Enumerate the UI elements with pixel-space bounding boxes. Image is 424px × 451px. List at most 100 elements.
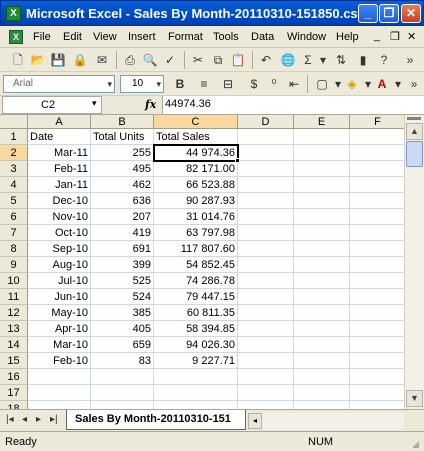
cell-empty[interactable] bbox=[238, 273, 294, 289]
cell-a[interactable]: Feb-10 bbox=[28, 353, 91, 369]
cell-b[interactable]: 636 bbox=[91, 193, 154, 209]
cell-a[interactable]: Sep-10 bbox=[28, 241, 91, 257]
cell-b[interactable]: 385 bbox=[91, 305, 154, 321]
cell-empty[interactable] bbox=[294, 177, 350, 193]
currency-icon[interactable]: $ bbox=[246, 76, 262, 92]
cell-empty[interactable] bbox=[294, 289, 350, 305]
save-icon[interactable]: 💾 bbox=[50, 52, 66, 68]
formula-input[interactable]: 44974.36 bbox=[162, 96, 424, 114]
cell-empty[interactable] bbox=[350, 225, 404, 241]
cell-b[interactable]: 255 bbox=[91, 145, 154, 161]
cell-empty[interactable] bbox=[294, 241, 350, 257]
cell-empty[interactable] bbox=[238, 145, 294, 161]
menu-window[interactable]: Window bbox=[287, 31, 326, 43]
row-header[interactable]: 14 bbox=[0, 337, 28, 353]
cell-empty[interactable] bbox=[350, 209, 404, 225]
copy-icon[interactable]: ⧉ bbox=[210, 52, 226, 68]
row-header[interactable]: 10 bbox=[0, 273, 28, 289]
cell-a[interactable]: Jun-10 bbox=[28, 289, 91, 305]
cell-empty[interactable] bbox=[350, 305, 404, 321]
open-icon[interactable]: 📂 bbox=[30, 52, 46, 68]
cell-empty[interactable] bbox=[238, 305, 294, 321]
next-sheet-icon[interactable]: ▸ bbox=[36, 414, 41, 425]
cell-b[interactable]: 419 bbox=[91, 225, 154, 241]
cell-empty[interactable] bbox=[238, 289, 294, 305]
horizontal-scrollbar[interactable] bbox=[262, 413, 404, 429]
cell-b[interactable]: 462 bbox=[91, 177, 154, 193]
close-button[interactable]: ✕ bbox=[401, 4, 421, 23]
cell-empty[interactable] bbox=[294, 193, 350, 209]
prev-sheet-icon[interactable]: ◂ bbox=[22, 414, 27, 425]
toolbar-options-icon[interactable]: » bbox=[406, 76, 422, 92]
scroll-up-icon[interactable]: ▲ bbox=[406, 123, 423, 140]
row-header[interactable]: 4 bbox=[0, 177, 28, 193]
cell-c[interactable] bbox=[154, 385, 238, 401]
row-header[interactable]: 13 bbox=[0, 321, 28, 337]
column-header-d[interactable]: D bbox=[238, 115, 294, 129]
menu-view[interactable]: View bbox=[93, 31, 117, 43]
column-header-f[interactable]: F bbox=[350, 115, 404, 129]
row-header[interactable]: 12 bbox=[0, 305, 28, 321]
resize-grip-icon[interactable]: ◢ bbox=[412, 439, 422, 449]
name-box[interactable]: C2 bbox=[2, 96, 102, 114]
insert-function-icon[interactable]: fx bbox=[145, 98, 156, 111]
cell-empty[interactable] bbox=[294, 353, 350, 369]
cell-c[interactable]: 90 287.93 bbox=[154, 193, 238, 209]
chevron-down-icon[interactable]: ▾ bbox=[156, 76, 161, 92]
cell-a[interactable] bbox=[28, 385, 91, 401]
cell-empty[interactable] bbox=[238, 161, 294, 177]
cell-empty[interactable] bbox=[238, 225, 294, 241]
cell-c[interactable]: 94 026.30 bbox=[154, 337, 238, 353]
cell-b[interactable] bbox=[91, 385, 154, 401]
fill-handle[interactable] bbox=[235, 158, 240, 163]
bold-icon[interactable]: B bbox=[172, 76, 188, 92]
row-header[interactable]: 6 bbox=[0, 209, 28, 225]
cut-icon[interactable]: ✂ bbox=[190, 52, 206, 68]
cell-empty[interactable] bbox=[350, 177, 404, 193]
split-box[interactable] bbox=[407, 117, 421, 120]
cell-b[interactable]: 495 bbox=[91, 161, 154, 177]
row-header[interactable]: 7 bbox=[0, 225, 28, 241]
row-header[interactable]: 8 bbox=[0, 241, 28, 257]
cell-a[interactable]: Dec-10 bbox=[28, 193, 91, 209]
cell-c[interactable]: 60 811.35 bbox=[154, 305, 238, 321]
email-icon[interactable]: ✉ bbox=[94, 52, 110, 68]
cell-empty[interactable] bbox=[238, 321, 294, 337]
chevron-down-icon[interactable]: ▾ bbox=[107, 76, 112, 92]
row-header[interactable]: 18 bbox=[0, 401, 28, 409]
menu-help[interactable]: Help bbox=[336, 31, 359, 43]
column-header-b[interactable]: B bbox=[91, 115, 154, 129]
cell-a[interactable]: Jul-10 bbox=[28, 273, 91, 289]
menu-data[interactable]: Data bbox=[251, 31, 274, 43]
row-header[interactable]: 16 bbox=[0, 369, 28, 385]
toolbar-options-icon[interactable]: » bbox=[402, 52, 418, 68]
vertical-scrollbar[interactable]: ▲ ▼ bbox=[404, 115, 424, 409]
cell-b[interactable]: 524 bbox=[91, 289, 154, 305]
menu-tools[interactable]: Tools bbox=[213, 31, 239, 43]
column-header-e[interactable]: E bbox=[294, 115, 350, 129]
scroll-thumb[interactable] bbox=[406, 141, 423, 167]
font-name-select[interactable]: Arial ▾ bbox=[3, 75, 115, 93]
cell-empty[interactable] bbox=[350, 289, 404, 305]
minimize-button[interactable]: _ bbox=[358, 4, 378, 23]
cell-empty[interactable] bbox=[350, 257, 404, 273]
cell-b[interactable] bbox=[91, 369, 154, 385]
cell-empty[interactable] bbox=[294, 161, 350, 177]
spelling-icon[interactable]: ✓ bbox=[162, 52, 178, 68]
name-box-dropdown-icon[interactable]: ▾ bbox=[92, 98, 97, 109]
menu-file[interactable]: File bbox=[33, 31, 51, 43]
cell-empty[interactable] bbox=[294, 257, 350, 273]
sort-ascending-icon[interactable]: ⇅ bbox=[333, 52, 349, 68]
cell-b[interactable]: 207 bbox=[91, 209, 154, 225]
cell-empty[interactable] bbox=[350, 193, 404, 209]
permission-icon[interactable]: 🔒 bbox=[72, 52, 88, 68]
doc-minimize-icon[interactable]: _ bbox=[374, 30, 380, 42]
cell-c[interactable]: 54 852.45 bbox=[154, 257, 238, 273]
row-header[interactable]: 2 bbox=[0, 145, 28, 161]
scroll-left-icon[interactable]: ◂ bbox=[248, 413, 262, 429]
menu-insert[interactable]: Insert bbox=[128, 31, 156, 43]
cell-c[interactable]: 9 227.71 bbox=[154, 353, 238, 369]
cell-a[interactable]: May-10 bbox=[28, 305, 91, 321]
cell-empty[interactable] bbox=[350, 337, 404, 353]
cell-empty[interactable] bbox=[294, 321, 350, 337]
